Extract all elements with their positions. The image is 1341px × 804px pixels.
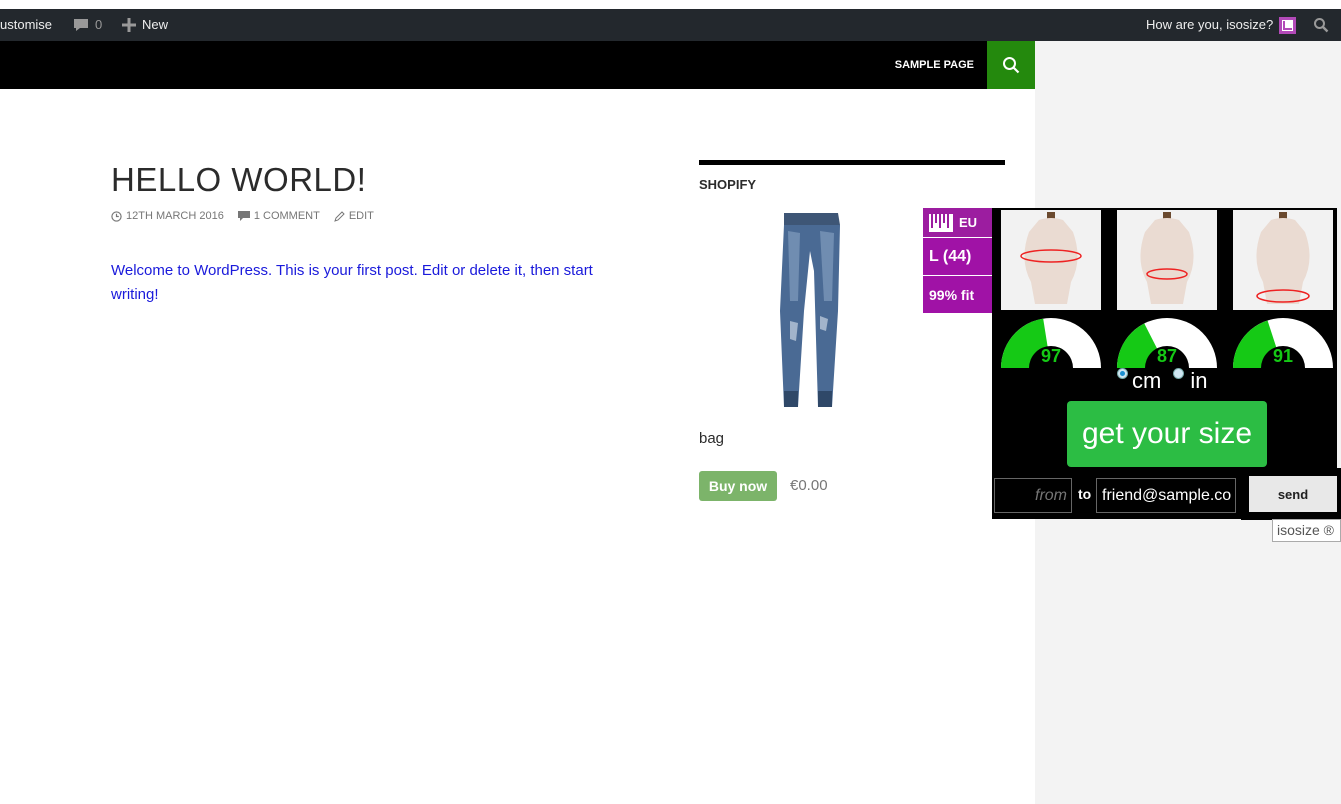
product-image-jeans[interactable] [740,211,880,411]
isosize-credit-tooltip: isosize ® [1272,519,1341,542]
comments-count: 0 [95,17,103,32]
region-tab[interactable]: EU [923,208,992,238]
send-button[interactable]: send [1249,476,1337,512]
size-tabs: EU L (44) 99% fit [923,208,992,314]
search-icon [1003,57,1020,74]
header-search-button[interactable] [987,41,1035,89]
admin-search[interactable] [1313,9,1329,41]
customise-label: ustomise [0,17,53,32]
to-label: to [1078,486,1092,502]
post-comments-link[interactable]: 1 COMMENT [237,210,320,222]
fit-tab[interactable]: 99% fit [923,276,992,314]
post-date-text: 12TH MARCH 2016 [126,210,224,222]
post-title[interactable]: HELLO WORLD! [111,161,366,199]
post-edit-link[interactable]: EDIT [334,210,374,222]
new-label: New [142,17,169,32]
customise-link[interactable]: ustomise [0,9,52,41]
post-edit-text: EDIT [348,210,374,222]
post-comments-text: 1 COMMENT [253,210,320,222]
comment-icon [237,210,250,221]
avatar [1279,16,1297,34]
unit-selector: cm in [1117,367,1208,394]
bust-value: 97 [1040,346,1062,366]
post-meta: 12TH MARCH 2016 1 COMMENT EDIT [111,210,374,222]
mannequin-waist-image [1117,210,1217,310]
my-account-link[interactable]: How are you, isosize? [1146,9,1297,41]
from-field[interactable] [994,478,1072,513]
product-price: €0.00 [790,477,828,494]
recipient-email-field[interactable] [1096,478,1236,513]
size-tab[interactable]: L (44) [923,238,992,276]
new-content-link[interactable]: New [122,9,168,41]
region-label: EU [959,215,978,230]
mannequin-hips-image [1233,210,1333,310]
site-header: SAMPLE PAGE [0,41,1035,89]
widget-title: SHOPIFY [699,177,757,192]
unit-cm-label: cm [1132,368,1162,393]
site-page: SAMPLE PAGE HELLO WORLD! 12TH MARCH 2016… [0,41,1035,804]
search-icon [1314,18,1329,33]
waist-value: 87 [1156,346,1178,366]
clock-icon [111,210,122,222]
nav-sample-page[interactable]: SAMPLE PAGE [895,41,974,89]
unit-in-radio[interactable] [1173,367,1185,379]
hips-value: 91 [1272,346,1294,366]
get-your-size-button[interactable]: get your size [1067,401,1267,467]
admin-bar: ustomise 0 New How are you, isosize? [0,9,1341,41]
send-container: send [1241,468,1341,520]
plus-icon [122,18,136,32]
mannequin-bust-image [1001,210,1101,310]
ruler-icon [929,213,953,232]
comments-link[interactable]: 0 [73,9,102,41]
buy-now-button[interactable]: Buy now [699,471,777,501]
widget-divider [699,160,1005,165]
unit-in-label: in [1190,368,1208,393]
unit-cm-radio[interactable] [1117,367,1128,379]
greeting: How are you, isosize? [1146,17,1274,32]
comment-icon [74,19,88,31]
post-content: Welcome to WordPress. This is your first… [111,262,593,303]
product-name[interactable]: bag [699,430,724,447]
pencil-icon [334,210,345,222]
post-date[interactable]: 12TH MARCH 2016 [111,210,224,222]
